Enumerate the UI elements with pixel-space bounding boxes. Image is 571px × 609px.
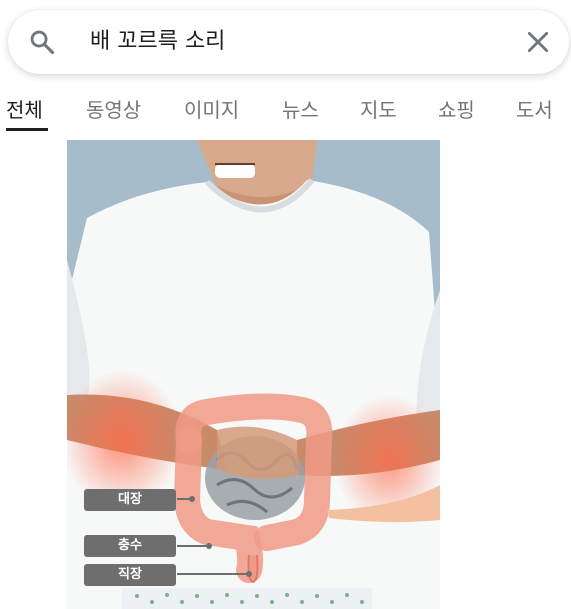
tab-shopping[interactable]: 쇼핑 — [438, 92, 475, 128]
tab-images[interactable]: 이미지 — [184, 92, 239, 128]
search-input[interactable]: 배 꼬르륵 소리 — [90, 24, 225, 60]
tab-news[interactable]: 뉴스 — [282, 92, 319, 128]
tab-books[interactable]: 도서 — [516, 92, 553, 128]
tab-all[interactable]: 전체 — [6, 92, 43, 128]
search-icon[interactable] — [28, 28, 56, 56]
label-large-intestine: 대장 — [84, 489, 176, 511]
search-tabs: 전체 동영상 이미지 뉴스 지도 쇼핑 도서 — [0, 92, 571, 136]
tab-videos[interactable]: 동영상 — [86, 92, 141, 128]
label-rectum: 직장 — [84, 564, 176, 586]
label-jejunum: 충수 — [84, 535, 176, 557]
search-bar: 배 꼬르륵 소리 — [8, 10, 569, 74]
close-icon[interactable] — [525, 29, 551, 55]
tab-maps[interactable]: 지도 — [360, 92, 397, 128]
active-tab-indicator — [6, 128, 48, 131]
